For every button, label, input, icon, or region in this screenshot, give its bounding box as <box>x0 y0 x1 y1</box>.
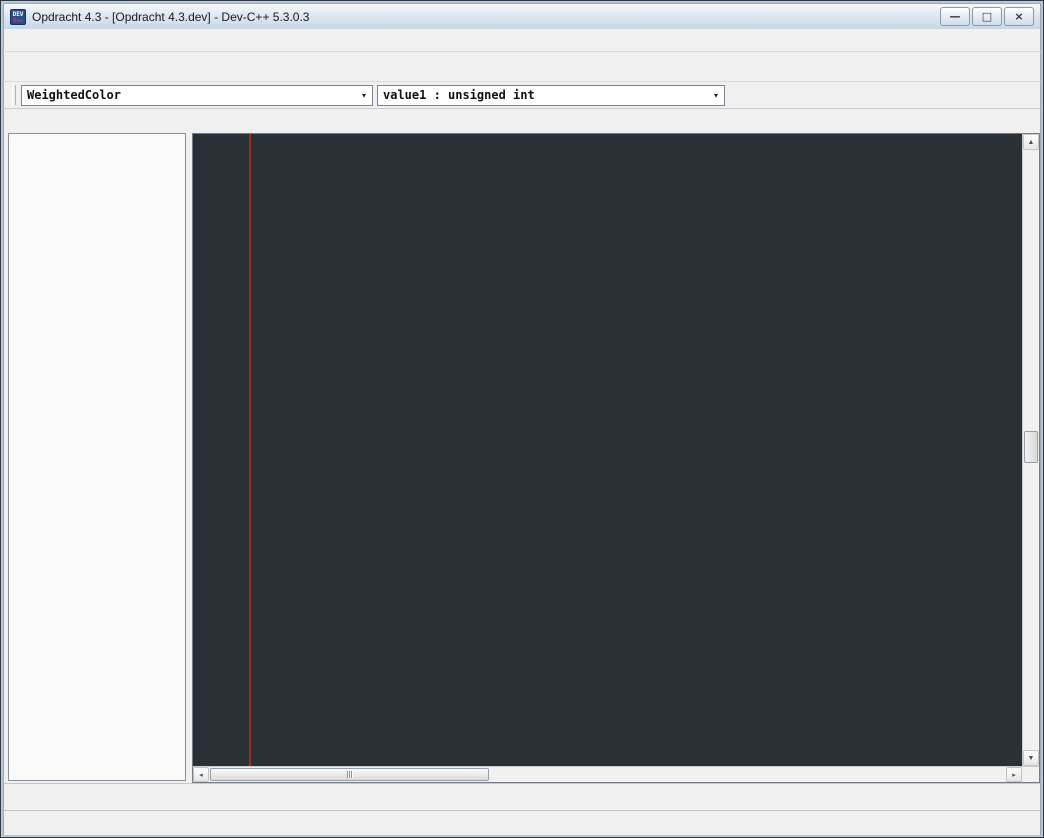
code-column <box>193 134 1022 766</box>
project-tree <box>8 133 186 781</box>
chevron-down-icon[interactable]: ▾ <box>356 91 372 100</box>
editor-frame: ▲ ▼ ◂ ▸ <box>192 133 1040 783</box>
variable-combo-value: value1 : unsigned int <box>378 88 708 102</box>
scroll-left-arrow[interactable]: ◂ <box>193 767 209 782</box>
window-controls: — □ × <box>940 7 1034 26</box>
chevron-down-icon[interactable]: ▾ <box>708 91 724 100</box>
function-combo[interactable]: WeightedColor ▾ <box>21 85 373 106</box>
editor-panel: ▲ ▼ ◂ ▸ <box>192 109 1040 783</box>
scroll-right-arrow[interactable]: ▸ <box>1006 767 1022 782</box>
vertical-scroll-thumb[interactable] <box>1024 431 1038 463</box>
app-icon: DEVC++ <box>10 9 26 25</box>
close-button[interactable]: × <box>1004 7 1034 26</box>
function-combo-value: WeightedColor <box>22 88 356 102</box>
horizontal-scrollbar[interactable]: ◂ ▸ <box>193 766 1039 782</box>
window-title: Opdracht 4.3 - [Opdracht 4.3.dev] - Dev-… <box>32 11 940 23</box>
title-bar: DEVC++ Opdracht 4.3 - [Opdracht 4.3.dev]… <box>3 3 1041 29</box>
app-window: DEVC++ Opdracht 4.3 - [Opdracht 4.3.dev]… <box>0 0 1044 838</box>
scroll-up-arrow[interactable]: ▲ <box>1023 134 1039 150</box>
menu-bar <box>3 29 1041 52</box>
toolbar-grip <box>12 85 16 105</box>
toolbar <box>3 52 1041 82</box>
combo-row: WeightedColor ▾ value1 : unsigned int ▾ <box>3 82 1041 109</box>
main-area: ▲ ▼ ◂ ▸ <box>3 109 1041 783</box>
code-area[interactable] <box>193 134 1022 766</box>
editor-tabs <box>192 112 1040 134</box>
horizontal-scroll-thumb[interactable] <box>210 768 489 781</box>
maximize-button[interactable]: □ <box>972 7 1002 26</box>
scroll-down-arrow[interactable]: ▼ <box>1023 750 1039 766</box>
minimize-button[interactable]: — <box>940 7 970 26</box>
report-tabs <box>3 783 1041 810</box>
variable-combo[interactable]: value1 : unsigned int ▾ <box>377 85 725 106</box>
sidebar-tabs <box>8 112 186 134</box>
status-bar <box>3 810 1041 835</box>
project-sidebar <box>4 109 186 783</box>
vertical-scrollbar[interactable]: ▲ ▼ <box>1022 134 1039 766</box>
